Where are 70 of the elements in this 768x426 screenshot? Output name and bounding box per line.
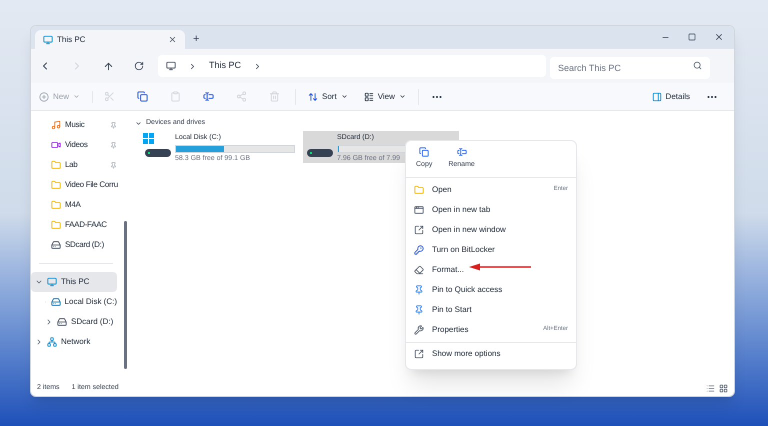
key-icon [414, 244, 424, 254]
menu-item[interactable]: Pin to Quick access [406, 280, 576, 300]
sort-button[interactable]: Sort [300, 90, 356, 102]
monitor-icon [166, 61, 176, 71]
wrench-icon [414, 324, 424, 334]
view-button[interactable]: View [356, 90, 414, 102]
folder-icon [51, 180, 61, 190]
music-icon [51, 120, 61, 130]
sidebar-item[interactable]: SDcard (D:) [31, 235, 121, 255]
caret-icon [398, 93, 406, 100]
sidebar-item[interactable]: Video File Corru [31, 175, 121, 195]
format-icon [414, 264, 424, 274]
details-view-icon[interactable] [706, 384, 715, 393]
caret-icon [340, 93, 348, 100]
sidebar-item[interactable]: Videos [31, 135, 121, 155]
tab-icon [414, 204, 424, 214]
details-pane-icon [652, 92, 662, 102]
sidebar-item[interactable]: M4A [31, 195, 121, 215]
sidebar-item[interactable]: FAAD-FAAC [31, 215, 121, 235]
chevron-down-icon[interactable] [35, 278, 43, 286]
system-drive-icon [143, 133, 171, 157]
monitor-icon [43, 34, 53, 44]
plus-icon [39, 92, 49, 102]
menu-item[interactable]: Turn on BitLocker [406, 240, 576, 260]
pin-icon [414, 304, 424, 314]
close-icon[interactable] [714, 32, 724, 42]
menu-item[interactable]: Format... [406, 260, 576, 280]
search-field[interactable]: Search This PC [550, 57, 710, 79]
sidebar-item[interactable]: Lab [31, 155, 121, 175]
folder-icon [51, 220, 61, 230]
chevron-down-icon [135, 120, 142, 126]
folder-icon [51, 160, 61, 170]
video-icon [51, 140, 61, 150]
up-icon[interactable] [103, 60, 114, 72]
monitor-icon [47, 277, 57, 287]
tree-item[interactable]: Local Disk (C:) [31, 292, 117, 312]
copy-icon [419, 147, 430, 157]
close-tab-icon[interactable] [168, 35, 177, 44]
tree-item[interactable]: This PC [31, 272, 117, 292]
maximize-icon[interactable] [688, 33, 696, 41]
tab[interactable]: This PC [35, 30, 185, 49]
drive-icon [51, 240, 61, 250]
more-options-icon [414, 348, 424, 358]
details-button[interactable]: Details [644, 90, 698, 102]
menu-item[interactable]: Open in new tab [406, 200, 576, 220]
system-drive-icon [50, 297, 61, 307]
pin-icon [414, 284, 424, 294]
folder-icon [51, 200, 61, 210]
refresh-icon[interactable] [134, 61, 144, 71]
menu-item[interactable]: Show more options [406, 342, 576, 364]
search-icon[interactable] [693, 61, 702, 70]
view-icon [364, 92, 374, 102]
tree-item[interactable]: Network [31, 332, 117, 352]
rename-icon [456, 147, 467, 157]
sort-icon [308, 92, 318, 102]
drive-icon [57, 317, 67, 327]
breadcrumb[interactable]: This PC [209, 59, 242, 73]
tiles-view-icon[interactable] [719, 384, 728, 393]
tree-item[interactable]: SDcard (D:) [31, 312, 117, 332]
sidebar-item[interactable]: Music [31, 115, 121, 135]
menu-item[interactable]: Pin to Start [406, 300, 576, 320]
caret-icon [73, 93, 80, 100]
address-field[interactable]: This PC [158, 55, 546, 77]
new-tab-button[interactable]: + [185, 30, 208, 49]
new-window-icon [414, 224, 424, 234]
menu-item[interactable]: Open in new window [406, 220, 576, 240]
scrollbar[interactable] [124, 221, 126, 369]
folder-icon [414, 184, 424, 194]
drive-icon [307, 149, 333, 157]
network-icon [47, 337, 57, 347]
